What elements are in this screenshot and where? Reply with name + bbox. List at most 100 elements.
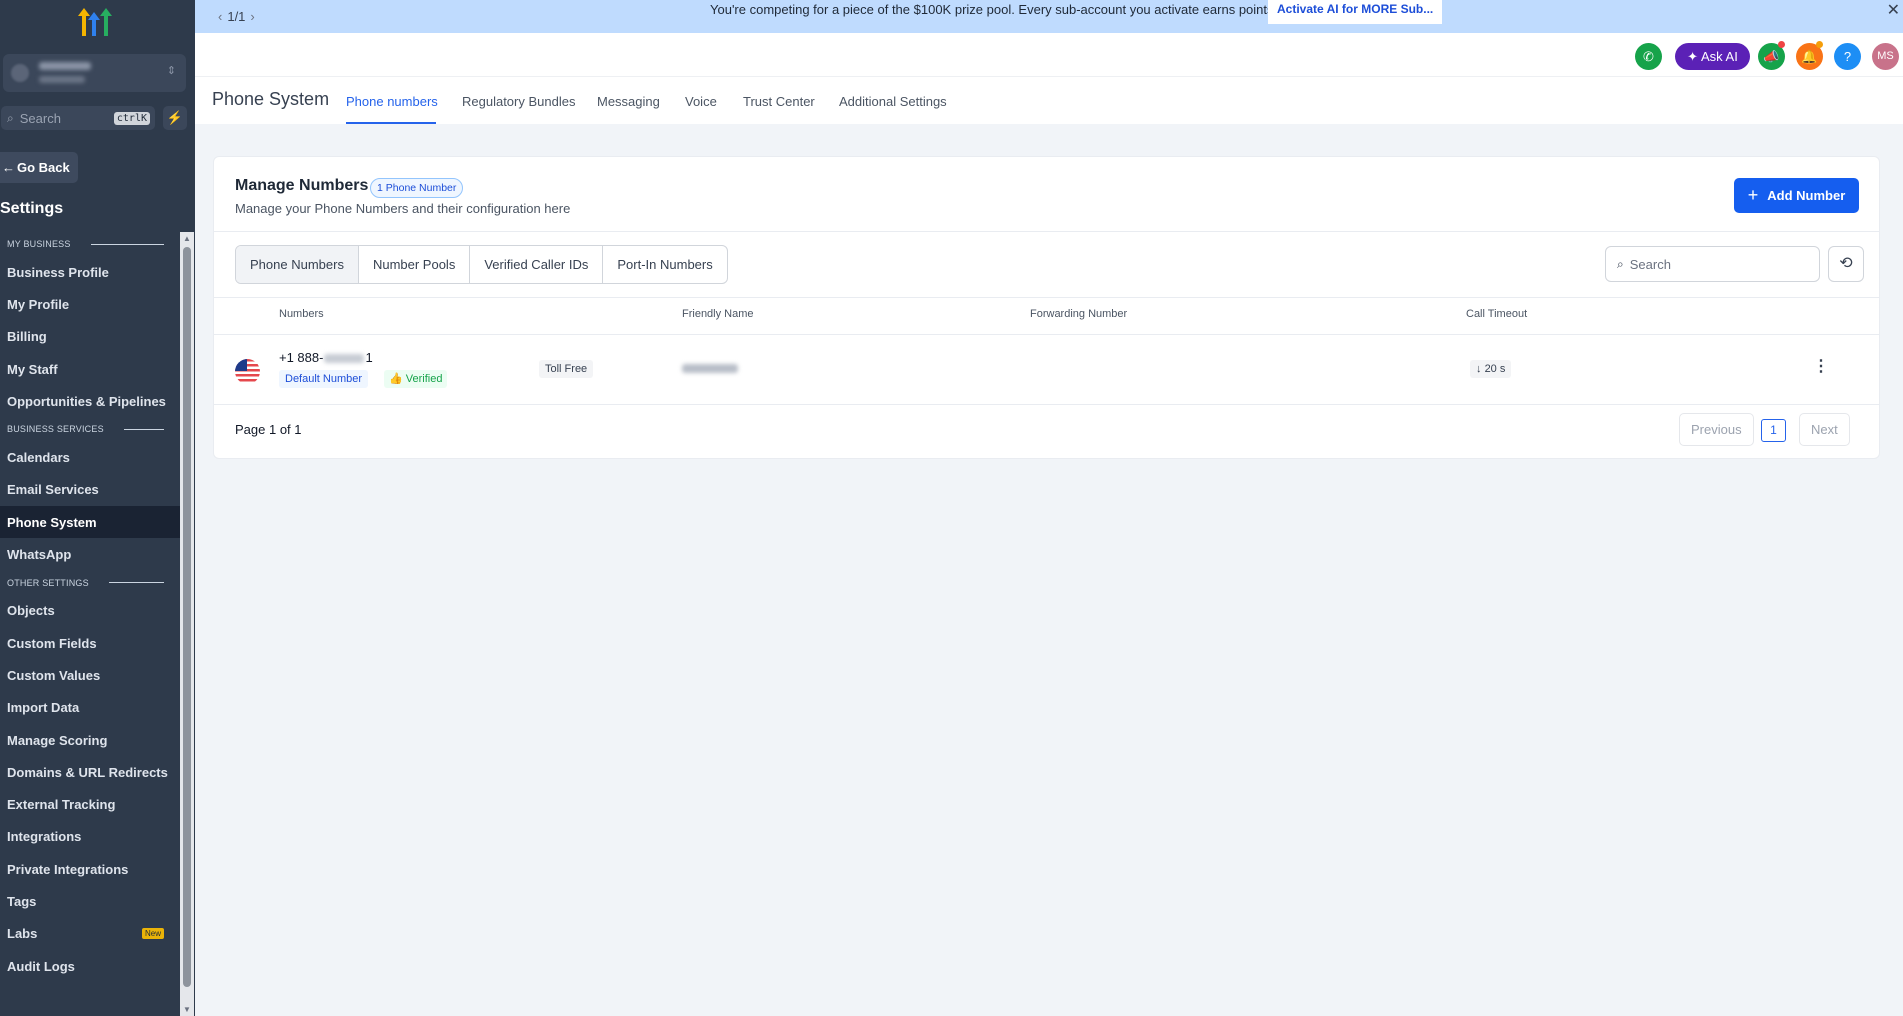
sidebar-item-my-staff[interactable]: My Staff xyxy=(0,353,180,385)
sparkle-icon: ✦ xyxy=(1687,49,1701,64)
subheader: Phone System Phone numbers Regulatory Bu… xyxy=(195,76,1903,124)
banner-cta-button[interactable]: Activate AI for MORE Sub... xyxy=(1268,0,1443,24)
sidebar-item-tags[interactable]: Tags xyxy=(0,885,180,917)
table-header-top-divider xyxy=(214,297,1879,298)
scroll-up-icon[interactable]: ▲ xyxy=(183,234,191,243)
tab-additional-settings[interactable]: Additional Settings xyxy=(839,94,947,109)
account-switcher[interactable]: ⇕ xyxy=(3,54,186,92)
segment-number-pools[interactable]: Number Pools xyxy=(359,246,471,283)
promo-banner: ‹ 1/1 › You're competing for a piece of th… xyxy=(195,0,1903,33)
tab-regulatory-bundles[interactable]: Regulatory Bundles xyxy=(462,94,575,109)
account-avatar xyxy=(11,64,29,82)
table-bottom-divider xyxy=(214,404,1879,405)
current-page-button[interactable]: 1 xyxy=(1761,419,1786,442)
banner-pager: ‹ 1/1 › xyxy=(218,9,255,24)
row-more-options-icon[interactable]: ⋮ xyxy=(1813,356,1829,376)
sidebar-item-labs[interactable]: Labs New xyxy=(0,918,180,950)
close-icon[interactable]: ✕ xyxy=(1887,0,1900,20)
chevron-left-icon[interactable]: ‹ xyxy=(218,9,222,24)
search-icon: ⌕ xyxy=(7,110,14,125)
search-shortcut: ctrlK xyxy=(113,111,150,125)
phone-icon[interactable]: ✆ xyxy=(1635,43,1662,70)
sidebar-search-input[interactable]: ⌕ Search ctrlK xyxy=(1,106,155,130)
sidebar-item-custom-fields[interactable]: Custom Fields xyxy=(0,627,180,659)
sidebar-item-import-data[interactable]: Import Data xyxy=(0,692,180,724)
search-icon: ⌕ xyxy=(1617,256,1624,271)
thumbs-up-icon: 👍 xyxy=(389,373,406,385)
sidebar-search-placeholder: Search xyxy=(19,110,61,126)
table-row[interactable]: +1 888- 1 Default Number 👍 Verified Toll … xyxy=(214,334,1879,404)
segment-port-in-numbers[interactable]: Port-In Numbers xyxy=(603,246,726,283)
sidebar-item-audit-logs[interactable]: Audit Logs xyxy=(0,950,180,982)
add-number-button[interactable]: + Add Number xyxy=(1734,178,1859,213)
sidebar-item-custom-values[interactable]: Custom Values xyxy=(0,659,180,691)
sidebar-item-calendars[interactable]: Calendars xyxy=(0,441,180,473)
ask-ai-button[interactable]: ✦ Ask AI xyxy=(1675,43,1750,70)
segment-verified-caller-ids[interactable]: Verified Caller IDs xyxy=(470,246,604,283)
sidebar-item-phone-system[interactable]: Phone System xyxy=(0,506,180,539)
phone-count-badge: 1 Phone Number xyxy=(370,178,464,198)
numbers-search-input[interactable]: ⌕ Search xyxy=(1605,246,1820,282)
account-name-redacted xyxy=(39,62,91,70)
banner-message: You're competing for a piece of the $100… xyxy=(710,2,1278,17)
card-title: Manage Numbers xyxy=(235,177,369,194)
sidebar-item-objects[interactable]: Objects xyxy=(0,595,180,627)
phone-number-redacted xyxy=(324,354,365,364)
next-page-button[interactable]: Next xyxy=(1799,413,1850,446)
numbers-search-placeholder: Search xyxy=(1629,256,1671,272)
sidebar-item-integrations[interactable]: Integrations xyxy=(0,821,180,853)
us-flag-icon xyxy=(235,359,260,384)
sidebar-item-business-profile[interactable]: Business Profile xyxy=(0,256,180,288)
active-tab-indicator xyxy=(346,122,436,124)
sidebar-item-whatsapp[interactable]: WhatsApp xyxy=(0,538,180,570)
column-header-forwarding-number: Forwarding Number xyxy=(1030,308,1128,320)
sidebar-item-private-integrations[interactable]: Private Integrations xyxy=(0,853,180,885)
nav-section-my-business: MY BUSINESS xyxy=(0,232,180,256)
tab-phone-numbers[interactable]: Phone numbers xyxy=(346,94,438,109)
sidebar-scrollbar[interactable]: ▲ ▼ xyxy=(180,232,194,1016)
scroll-down-icon[interactable]: ▼ xyxy=(183,1005,191,1014)
plus-icon: + xyxy=(1747,185,1759,205)
sidebar-item-my-profile[interactable]: My Profile xyxy=(0,288,180,320)
settings-nav: MY BUSINESS Business Profile My Profile … xyxy=(0,232,180,982)
go-back-label: Go Back xyxy=(17,160,70,175)
column-header-call-timeout: Call Timeout xyxy=(1466,308,1528,320)
bell-notification-dot xyxy=(1816,41,1823,48)
app-logo-icon[interactable] xyxy=(76,6,114,38)
avatar[interactable]: MS xyxy=(1872,43,1899,70)
segment-phone-numbers[interactable]: Phone Numbers xyxy=(236,246,359,283)
column-header-friendly-name: Friendly Name xyxy=(682,308,754,320)
phone-number: +1 888- 1 xyxy=(279,350,373,365)
tab-messaging[interactable]: Messaging xyxy=(597,94,660,109)
page-title: Phone System xyxy=(212,89,330,109)
sidebar-item-opportunities[interactable]: Opportunities & Pipelines xyxy=(0,385,180,417)
sidebar-item-manage-scoring[interactable]: Manage Scoring xyxy=(0,724,180,756)
call-timeout-pill: ↓ 20 s xyxy=(1470,360,1512,378)
refresh-icon[interactable]: ⟲ xyxy=(1828,246,1864,282)
settings-title: Settings xyxy=(0,200,64,217)
tab-trust-center[interactable]: Trust Center xyxy=(743,94,815,109)
sidebar: ⇕ ⌕ Search ctrlK ⚡ ← Go Back Settings MY… xyxy=(0,0,195,1016)
manage-numbers-card: Manage Numbers 1 Phone Number Manage you… xyxy=(213,156,1880,459)
tab-voice[interactable]: Voice xyxy=(685,94,717,109)
top-header: ✆ ✦ Ask AI 📣 🔔 ? MS xyxy=(195,33,1903,76)
arrow-left-icon: ← xyxy=(2,160,15,175)
nav-section-other-settings: OTHER SETTINGS xyxy=(0,571,180,595)
nav-section-business-services: BUSINESS SERVICES xyxy=(0,417,180,441)
go-back-button[interactable]: ← Go Back xyxy=(0,152,78,183)
friendly-name-redacted xyxy=(682,364,738,373)
sidebar-item-domains[interactable]: Domains & URL Redirects xyxy=(0,756,180,788)
page-info: Page 1 of 1 xyxy=(235,422,302,437)
quick-action-bolt-icon[interactable]: ⚡ xyxy=(163,106,187,130)
sidebar-item-billing[interactable]: Billing xyxy=(0,321,180,353)
column-header-numbers: Numbers xyxy=(279,308,324,320)
chevron-right-icon[interactable]: › xyxy=(250,9,254,24)
arrow-down-icon: ↓ xyxy=(1476,363,1485,375)
sidebar-item-email-services[interactable]: Email Services xyxy=(0,474,180,506)
account-location-redacted xyxy=(39,76,85,83)
sidebar-item-external-tracking[interactable]: External Tracking xyxy=(0,788,180,820)
megaphone-notification-dot xyxy=(1778,41,1785,48)
previous-page-button[interactable]: Previous xyxy=(1679,413,1754,446)
help-icon[interactable]: ? xyxy=(1834,43,1861,70)
scrollbar-thumb[interactable] xyxy=(183,247,191,987)
